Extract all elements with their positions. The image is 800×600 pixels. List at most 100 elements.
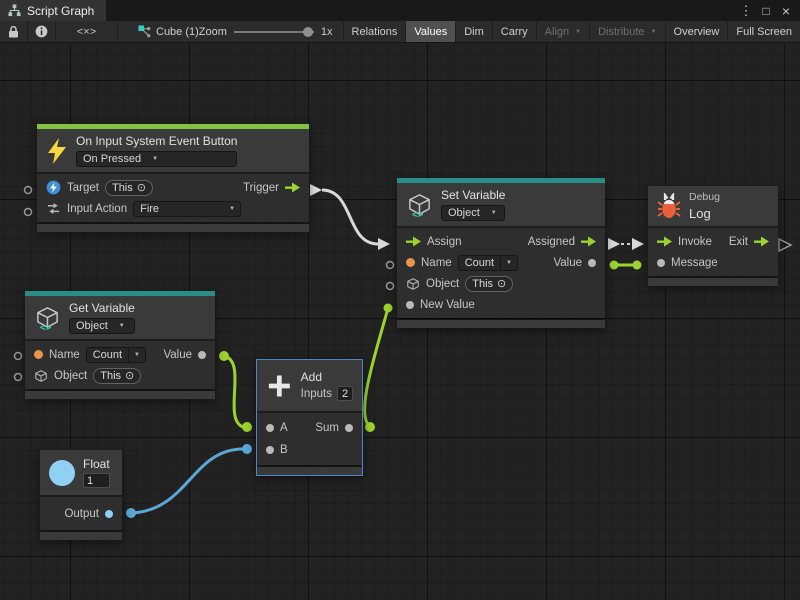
port-label: Target — [67, 182, 99, 194]
a-port-row: A Sum — [257, 417, 362, 439]
chevron-down-icon: ▼ — [500, 256, 517, 270]
graph-target[interactable]: Cube (1) — [138, 25, 199, 38]
port-label: Name — [49, 349, 80, 361]
chevron-down-icon: ▼ — [486, 210, 502, 216]
setvar-object-input-ring[interactable] — [387, 283, 394, 290]
zoom-slider[interactable] — [234, 27, 314, 37]
port-label: Name — [421, 257, 452, 269]
input-action-icon — [46, 201, 61, 216]
getvar-object-input-ring[interactable] — [15, 374, 22, 381]
object-picker[interactable]: This ⊙ — [465, 276, 513, 292]
lock-button[interactable] — [0, 21, 28, 42]
graph-target-icon — [138, 25, 151, 38]
float-type-icon — [49, 460, 75, 486]
object-cube-icon — [406, 277, 420, 291]
target-object-picker[interactable]: This ⊙ — [105, 180, 153, 196]
node-title: On Input System Event Button — [76, 134, 237, 148]
zoom-label: Zoom — [199, 26, 227, 38]
message-input-port[interactable] — [633, 261, 642, 270]
event-mode-dropdown[interactable]: On Pressed ▼ — [76, 151, 237, 167]
node-footer — [37, 224, 309, 232]
wire-trigger-to-assign[interactable] — [322, 190, 378, 244]
add-b-input-port[interactable] — [242, 444, 252, 454]
message-port-dot[interactable] — [657, 259, 665, 267]
align-button[interactable]: Align ▼ — [537, 21, 590, 42]
assign-input-port[interactable] — [378, 238, 390, 250]
values-button[interactable]: Values — [406, 21, 456, 42]
port-label: Assign — [427, 236, 462, 248]
trigger-output-port[interactable] — [310, 184, 322, 196]
node-float[interactable]: Float 1 Output — [40, 450, 122, 540]
graph-canvas[interactable]: On Input System Event Button On Pressed … — [0, 43, 800, 600]
zoom-to-fit-button[interactable]: <×> — [56, 21, 118, 42]
setvar-name-input-ring[interactable] — [387, 262, 394, 269]
new-value-port-dot[interactable] — [406, 301, 414, 309]
zoom-slider-handle[interactable] — [303, 27, 313, 37]
node-on-input-system-event[interactable]: On Input System Event Button On Pressed … — [37, 124, 309, 232]
kebab-menu-icon[interactable]: ⋮ — [736, 3, 756, 19]
float-value-field[interactable]: 1 — [83, 473, 110, 488]
tab-bar: Script Graph ⋮ □ × — [0, 0, 800, 21]
object-picker-icon: ⊙ — [125, 369, 134, 382]
flow-arrow-icon[interactable] — [285, 182, 300, 193]
newvalue-input-port[interactable] — [384, 304, 393, 313]
target-input-ring[interactable] — [25, 187, 32, 194]
name-port-dot[interactable] — [34, 350, 43, 359]
object-picker-icon: ⊙ — [137, 181, 146, 194]
node-debug-log[interactable]: Debug Log Invoke Exit — [648, 186, 778, 286]
maximize-icon[interactable]: □ — [756, 4, 776, 18]
port-label: Trigger — [243, 182, 279, 194]
name-port-dot[interactable] — [406, 258, 415, 267]
output-port-dot[interactable] — [105, 510, 113, 518]
wire-float-to-b[interactable] — [131, 449, 243, 513]
node-title: Set Variable — [441, 188, 505, 202]
assigned-output-port[interactable] — [608, 238, 620, 250]
exit-output-ring[interactable] — [779, 239, 791, 251]
input-action-dropdown[interactable]: Fire ▼ — [133, 201, 241, 217]
invoke-port-row: Invoke Exit — [648, 231, 778, 252]
relations-button[interactable]: Relations — [344, 21, 407, 42]
tab-script-graph[interactable]: Script Graph — [0, 0, 106, 21]
info-button[interactable] — [28, 21, 56, 42]
zoom-control: Zoom 1x — [199, 26, 333, 38]
distribute-button[interactable]: Distribute ▼ — [590, 21, 665, 42]
variable-cube-icon: <> — [406, 191, 433, 219]
object-port-row: Object This ⊙ — [25, 365, 215, 386]
flow-arrow-icon[interactable] — [581, 236, 596, 247]
dim-button[interactable]: Dim — [456, 21, 493, 42]
object-picker[interactable]: This ⊙ — [93, 368, 141, 384]
value-port-dot[interactable] — [198, 351, 206, 359]
inputaction-input-ring[interactable] — [25, 209, 32, 216]
svg-text:<>: <> — [40, 322, 52, 331]
node-add[interactable]: Add Inputs 2 A Sum — [257, 360, 362, 475]
object-value: This — [472, 278, 493, 290]
overview-button[interactable]: Overview — [666, 21, 729, 42]
flow-arrow-icon[interactable] — [406, 236, 421, 247]
script-graph-icon — [8, 4, 21, 17]
node-get-variable[interactable]: <> Get Variable Object ▼ Name — [25, 291, 215, 399]
b-port-dot[interactable] — [266, 446, 274, 454]
variable-name-dropdown[interactable]: Count ▼ — [86, 347, 146, 363]
value-port-dot[interactable] — [588, 259, 596, 267]
node-set-variable[interactable]: <> Set Variable Object ▼ — [397, 178, 605, 328]
wire-getvalue-to-a[interactable] — [224, 356, 243, 427]
a-port-dot[interactable] — [266, 424, 274, 432]
invoke-input-port[interactable] — [632, 238, 644, 250]
variable-scope-dropdown[interactable]: Object ▼ — [441, 205, 505, 221]
close-icon[interactable]: × — [776, 3, 796, 19]
node-footer — [25, 391, 215, 399]
port-label: B — [280, 444, 288, 456]
variable-name-dropdown[interactable]: Count ▼ — [458, 255, 518, 271]
inputs-count-field[interactable]: 2 — [337, 386, 353, 401]
flow-arrow-icon[interactable] — [657, 236, 672, 247]
new-value-port-row: New Value — [397, 294, 605, 315]
wire-sum-to-newvalue[interactable] — [365, 308, 388, 427]
carry-button[interactable]: Carry — [493, 21, 537, 42]
node-header: Float 1 — [40, 450, 122, 495]
getvar-name-input-ring[interactable] — [15, 353, 22, 360]
flow-arrow-icon[interactable] — [754, 236, 769, 247]
fullscreen-button[interactable]: Full Screen — [728, 21, 800, 42]
variable-scope-dropdown[interactable]: Object ▼ — [69, 318, 135, 334]
sum-port-dot[interactable] — [345, 424, 353, 432]
add-a-input-port[interactable] — [242, 422, 252, 432]
